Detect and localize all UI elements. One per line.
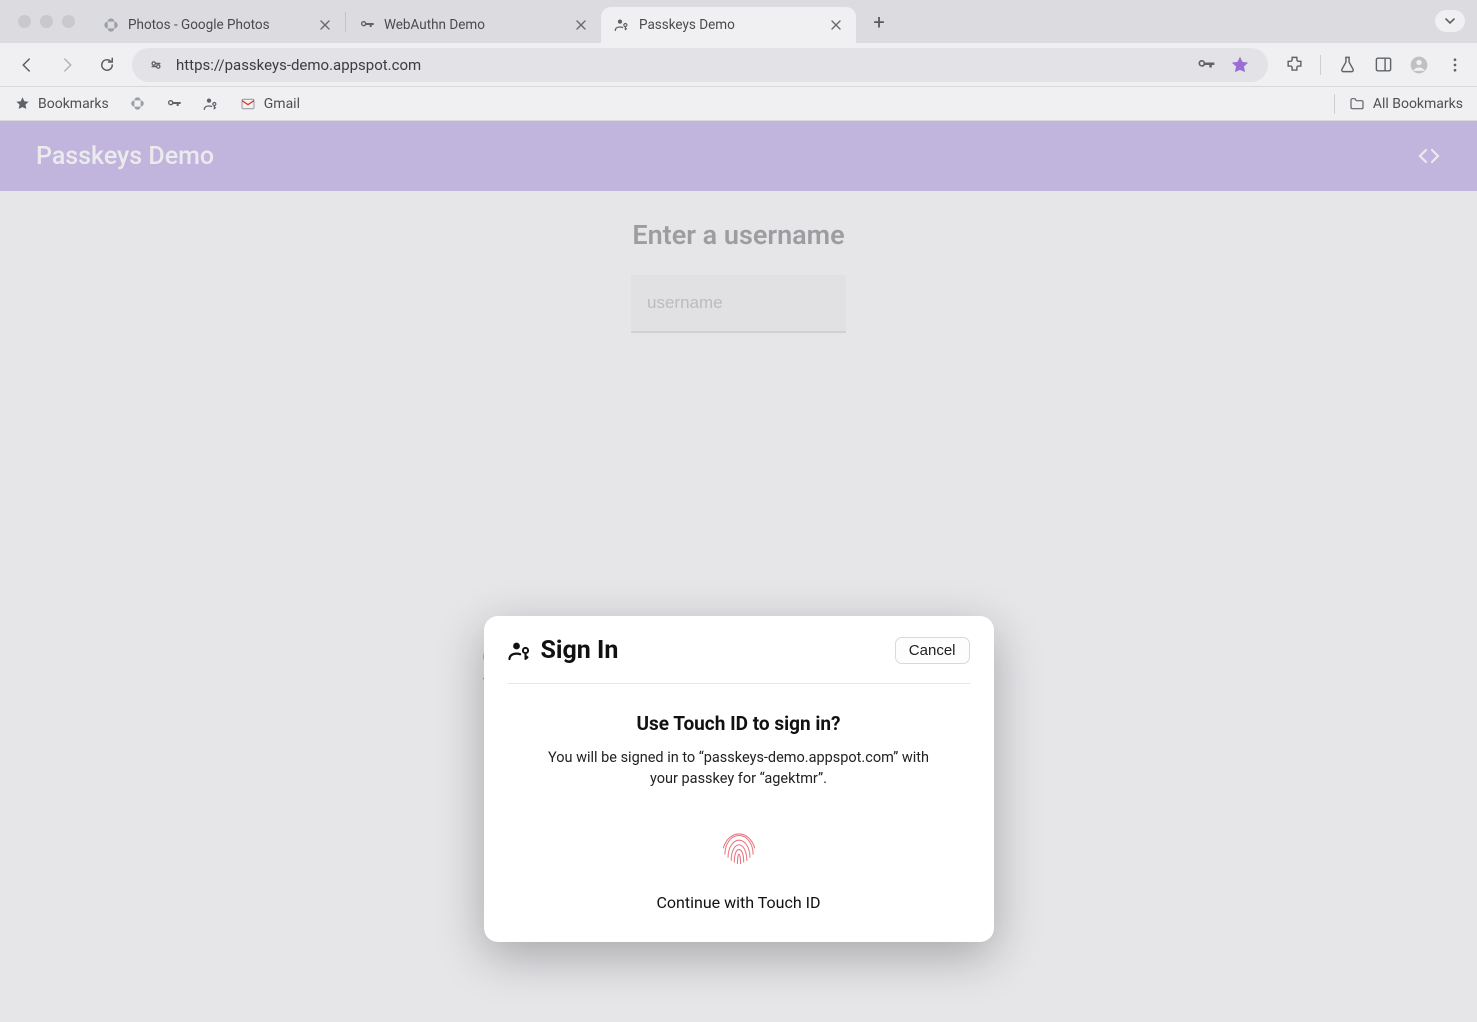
kebab-menu-icon[interactable] [1445, 55, 1465, 75]
bookmarks-folder[interactable]: Bookmarks [14, 95, 109, 112]
close-icon[interactable] [828, 17, 844, 33]
back-button[interactable] [12, 50, 42, 80]
passkey-icon [203, 95, 220, 112]
tabs-dropdown-button[interactable] [1435, 10, 1465, 32]
bookmark-label: Gmail [264, 96, 300, 112]
key-icon [358, 17, 375, 34]
bookmark-gmail[interactable]: Gmail [240, 95, 300, 112]
arrow-right-icon [58, 56, 76, 74]
toolbar-separator [1320, 55, 1321, 75]
profile-avatar-icon[interactable] [1409, 55, 1429, 75]
tab-photos[interactable]: Photos - Google Photos [90, 7, 345, 43]
dialog-question: Use Touch ID to sign in? [508, 712, 970, 735]
window-traffic-lights [18, 15, 75, 28]
dialog-description: You will be signed in to “passkeys-demo.… [539, 747, 939, 789]
arrow-left-icon [18, 56, 36, 74]
extensions-icon[interactable] [1284, 55, 1304, 75]
password-key-icon[interactable] [1196, 55, 1216, 75]
traffic-zoom[interactable] [62, 15, 75, 28]
dialog-title: Sign In [541, 636, 619, 665]
google-photos-icon [129, 95, 146, 112]
traffic-close[interactable] [18, 15, 31, 28]
address-bar[interactable]: https://passkeys-demo.appspot.com [132, 48, 1268, 82]
forward-button[interactable] [52, 50, 82, 80]
reload-button[interactable] [92, 50, 122, 80]
gmail-icon [240, 95, 257, 112]
cancel-button[interactable]: Cancel [895, 637, 970, 664]
tab-passkeys-active[interactable]: Passkeys Demo [601, 7, 856, 43]
bookmark-label: All Bookmarks [1373, 96, 1463, 112]
continue-touchid-label: Continue with Touch ID [508, 893, 970, 912]
fingerprint-icon[interactable] [714, 823, 764, 873]
bookmarks-bar: Bookmarks Gmail [0, 87, 1477, 121]
passkey-icon [508, 639, 532, 663]
traffic-minimize[interactable] [40, 15, 53, 28]
tab-title: WebAuthn Demo [384, 17, 564, 33]
tab-title: Passkeys Demo [639, 17, 819, 33]
bookmark-key[interactable] [166, 95, 183, 112]
url-text: https://passkeys-demo.appspot.com [176, 56, 1186, 74]
close-icon[interactable] [317, 17, 333, 33]
folder-icon [1349, 95, 1366, 112]
star-icon [14, 95, 31, 112]
key-icon [166, 95, 183, 112]
tab-webauthn[interactable]: WebAuthn Demo [346, 7, 601, 43]
bookmark-label: Bookmarks [38, 96, 109, 112]
bookmark-passkey[interactable] [203, 95, 220, 112]
bookmark-star-icon[interactable] [1230, 55, 1250, 75]
labs-icon[interactable] [1337, 55, 1357, 75]
browser-toolbar: https://passkeys-demo.appspot.com [0, 43, 1477, 87]
all-bookmarks-button[interactable]: All Bookmarks [1349, 95, 1463, 112]
sidepanel-icon[interactable] [1373, 55, 1393, 75]
close-icon[interactable] [573, 17, 589, 33]
passkey-icon [613, 17, 630, 34]
new-tab-button[interactable]: + [864, 7, 894, 37]
bookmarks-separator [1334, 94, 1335, 114]
signin-dialog: Sign In Cancel Use Touch ID to sign in? … [484, 616, 994, 942]
bookmark-photos[interactable] [129, 95, 146, 112]
tab-strip: Photos - Google Photos WebAuthn Demo Pas… [0, 0, 1477, 43]
site-settings-icon[interactable] [146, 56, 166, 74]
chevron-down-icon [1444, 15, 1456, 27]
reload-icon [98, 56, 116, 74]
google-photos-icon [102, 17, 119, 34]
tab-title: Photos - Google Photos [128, 17, 308, 33]
